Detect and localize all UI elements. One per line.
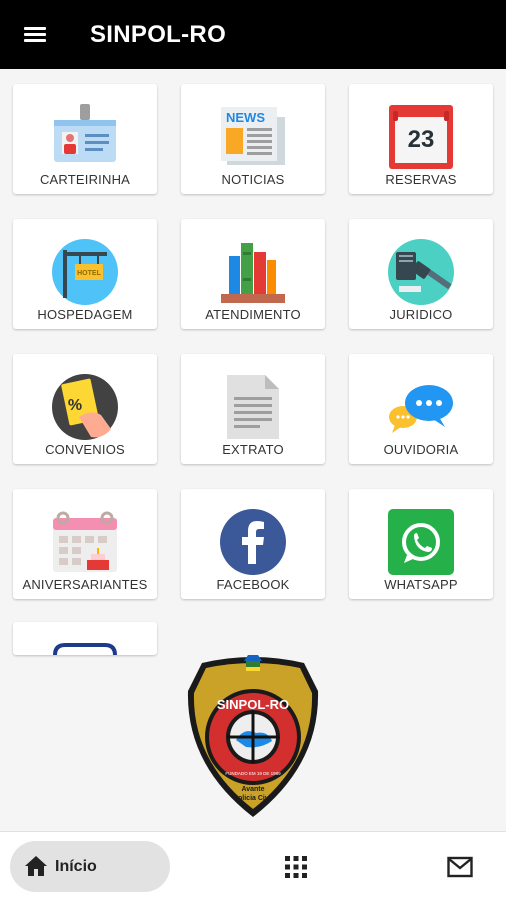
svg-text:Policia Civil: Policia Civil xyxy=(233,795,272,802)
tile-facebook[interactable]: FACEBOOK xyxy=(181,489,325,599)
tile-label: OUVIDORIA xyxy=(383,442,459,457)
tile-label: NOTICIAS xyxy=(221,172,285,187)
nav-home-button[interactable]: Início xyxy=(10,841,170,892)
tile-ouvidoria[interactable]: OUVIDORIA xyxy=(349,354,493,464)
bottom-navigation: Início xyxy=(0,831,506,900)
tile-hospedagem[interactable]: HOTEL HOSPEDAGEM xyxy=(13,219,157,329)
tile-label: HOSPEDAGEM xyxy=(37,307,133,322)
tile-label: RESERVAS xyxy=(385,172,457,187)
birthday-calendar-icon xyxy=(53,511,117,572)
books-icon xyxy=(221,243,285,303)
tile-partial[interactable] xyxy=(13,622,157,655)
discount-coupon-icon: % xyxy=(52,374,118,440)
svg-text:NEWS: NEWS xyxy=(226,110,265,125)
home-icon xyxy=(25,856,47,876)
app-title: SINPOL-RO xyxy=(90,21,227,48)
hotel-sign-icon: HOTEL xyxy=(52,239,118,305)
app-bar: SINPOL-RO xyxy=(0,0,506,69)
tile-aniversariantes[interactable]: ANIVERSARIANTES xyxy=(13,489,157,599)
svg-text:SINPOL-RO: SINPOL-RO xyxy=(217,697,289,712)
tile-label: ANIVERSARIANTES xyxy=(22,577,148,592)
id-card-icon xyxy=(54,104,116,162)
main-content: CARTEIRINHA NEWS NOTICIAS 23 RESERVAS HO… xyxy=(0,69,506,831)
tile-label: ATENDIMENTO xyxy=(205,307,301,322)
tile-whatsapp[interactable]: WHATSAPP xyxy=(349,489,493,599)
tile-noticias[interactable]: NEWS NOTICIAS xyxy=(181,84,325,194)
tile-label: FACEBOOK xyxy=(216,577,290,592)
svg-text:%: % xyxy=(68,397,82,414)
partial-icon xyxy=(53,643,117,655)
newspaper-icon: NEWS xyxy=(221,107,285,165)
tile-convenios[interactable]: % CONVENIOS xyxy=(13,354,157,464)
mail-icon[interactable] xyxy=(447,856,473,878)
tile-label: CARTEIRINHA xyxy=(39,172,131,187)
apps-grid-icon[interactable] xyxy=(284,855,308,879)
tile-reservas[interactable]: 23 RESERVAS xyxy=(349,84,493,194)
gavel-icon xyxy=(388,239,454,305)
hamburger-icon xyxy=(24,27,46,43)
tile-label: JURIDICO xyxy=(389,307,453,322)
svg-text:23: 23 xyxy=(408,126,435,153)
whatsapp-icon xyxy=(388,509,454,575)
tile-atendimento[interactable]: ATENDIMENTO xyxy=(181,219,325,329)
document-icon xyxy=(227,375,279,439)
svg-text:HOTEL: HOTEL xyxy=(77,270,101,277)
svg-text:Avante: Avante xyxy=(241,786,264,793)
tile-carteirinha[interactable]: CARTEIRINHA xyxy=(13,84,157,194)
tile-label: WHATSAPP xyxy=(384,577,458,592)
nav-home-label: Início xyxy=(55,858,97,875)
tile-extrato[interactable]: EXTRATO xyxy=(181,354,325,464)
tile-juridico[interactable]: JURIDICO xyxy=(349,219,493,329)
svg-text:FUNDADO EM 19 DE 1989: FUNDADO EM 19 DE 1989 xyxy=(225,771,281,776)
calendar-icon: 23 xyxy=(389,105,453,169)
tile-label: EXTRATO xyxy=(222,442,284,457)
sinpol-emblem-logo: SINPOL-RO FUNDADO EM 19 DE 1989 Avante P… xyxy=(187,655,319,817)
tile-label: CONVENIOS xyxy=(45,442,125,457)
chat-bubbles-icon xyxy=(389,385,453,433)
menu-button[interactable] xyxy=(18,22,52,48)
facebook-icon xyxy=(220,509,286,575)
